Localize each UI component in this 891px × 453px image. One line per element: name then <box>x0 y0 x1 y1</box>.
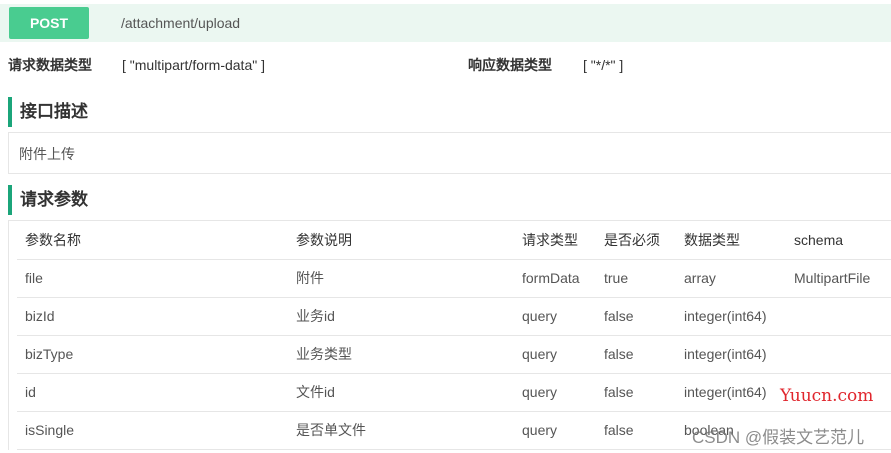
method-badge[interactable]: POST <box>9 7 89 39</box>
table-row: bizType 业务类型 query false integer(int64) <box>17 335 891 374</box>
param-in: query <box>514 297 596 336</box>
site-watermark: Yuucn.com <box>780 386 874 406</box>
param-desc: 附件 <box>288 259 514 298</box>
param-required: true <box>596 259 676 298</box>
param-in: formData <box>514 259 596 298</box>
table-row: id 文件id query false integer(int64) <box>17 373 891 412</box>
param-name: bizType <box>17 335 288 374</box>
param-desc: 业务id <box>288 297 514 336</box>
param-schema <box>786 335 891 374</box>
author-watermark: CSDN @假装文艺范儿 <box>692 428 865 447</box>
param-required: false <box>596 297 676 336</box>
param-type: integer(int64) <box>676 373 786 412</box>
col-header-desc: 参数说明 <box>288 221 514 260</box>
col-header-name: 参数名称 <box>17 221 288 260</box>
param-name: bizId <box>17 297 288 336</box>
col-header-type: 数据类型 <box>676 221 786 260</box>
params-heading: 请求参数 <box>8 185 88 215</box>
param-desc: 业务类型 <box>288 335 514 374</box>
endpoint-bar[interactable]: POST /attachment/upload <box>0 4 891 42</box>
endpoint-path: /attachment/upload <box>121 15 241 31</box>
param-required: false <box>596 411 676 450</box>
param-schema-link[interactable]: MultipartFile <box>786 259 891 298</box>
description-text: 附件上传 <box>19 146 75 162</box>
description-box: 附件上传 <box>8 132 891 174</box>
param-required: false <box>596 373 676 412</box>
params-table: 参数名称 参数说明 请求类型 是否必须 数据类型 schema file 附件 … <box>17 221 891 450</box>
param-desc: 文件id <box>288 373 514 412</box>
param-type: array <box>676 259 786 298</box>
param-schema <box>786 297 891 336</box>
param-desc: 是否单文件 <box>288 411 514 450</box>
meta-row: 请求数据类型 [ "multipart/form-data" ] 响应数据类型 … <box>0 55 891 75</box>
param-required: false <box>596 335 676 374</box>
request-type-value: [ "multipart/form-data" ] <box>122 57 265 73</box>
param-name: isSingle <box>17 411 288 450</box>
table-row: file 附件 formData true array MultipartFil… <box>17 259 891 298</box>
param-in: query <box>514 411 596 450</box>
response-type-value: [ "*/*" ] <box>583 57 624 73</box>
col-header-in: 请求类型 <box>514 221 596 260</box>
param-name: id <box>17 373 288 412</box>
param-in: query <box>514 335 596 374</box>
col-header-required: 是否必须 <box>596 221 676 260</box>
params-table-wrap: 参数名称 参数说明 请求类型 是否必须 数据类型 schema file 附件 … <box>8 220 891 450</box>
param-type: integer(int64) <box>676 335 786 374</box>
params-header-row: 参数名称 参数说明 请求类型 是否必须 数据类型 schema <box>17 221 891 260</box>
table-row: bizId 业务id query false integer(int64) <box>17 297 891 336</box>
request-type-label: 请求数据类型 <box>8 57 92 73</box>
response-type-label: 响应数据类型 <box>468 57 552 73</box>
col-header-schema: schema <box>786 221 891 260</box>
param-type: integer(int64) <box>676 297 786 336</box>
param-in: query <box>514 373 596 412</box>
param-name: file <box>17 259 288 298</box>
description-heading: 接口描述 <box>8 97 88 127</box>
